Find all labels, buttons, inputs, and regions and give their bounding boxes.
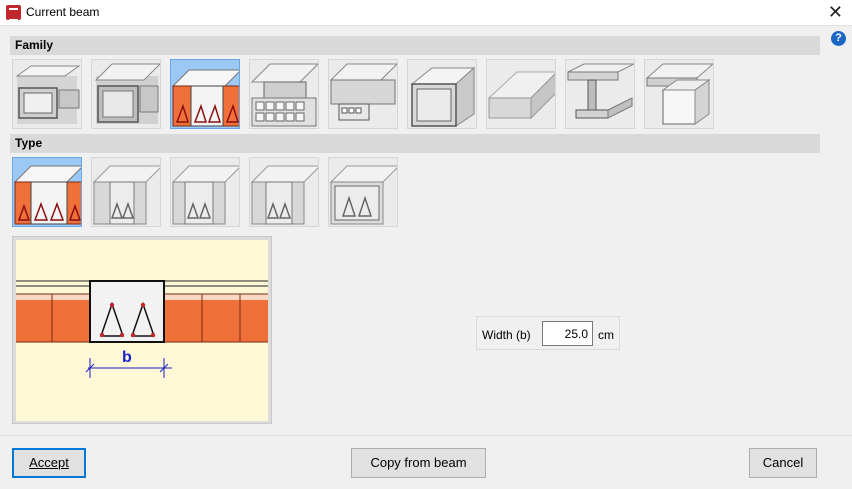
section-preview: b — [12, 236, 272, 424]
accept-button[interactable]: Accept — [12, 448, 86, 478]
family-section-header: Family — [10, 36, 820, 55]
type-option-gray-single[interactable] — [328, 157, 398, 227]
type-option-gray-blocks-3[interactable] — [249, 157, 319, 227]
beam-section-diagram: b — [16, 280, 268, 378]
family-option-steel-i-beam[interactable] — [565, 59, 635, 129]
type-thumbnail-list — [12, 157, 398, 227]
window-title: Current beam — [26, 5, 100, 19]
width-parameter-group: Width (b) cm — [476, 316, 620, 350]
family-option-box-slab[interactable] — [91, 59, 161, 129]
width-dimension-label: b — [122, 349, 132, 366]
family-option-solid-block[interactable] — [644, 59, 714, 129]
type-section-header: Type — [10, 134, 820, 153]
app-logo-icon — [6, 5, 21, 21]
block-slab-beam-icon — [329, 63, 397, 121]
steel-i-beam-icon — [567, 63, 634, 119]
hollow-box-beam-icon — [15, 65, 81, 124]
type-gray-single-icon — [329, 165, 397, 225]
family-option-block-slab[interactable] — [328, 59, 398, 129]
type-option-gray-blocks[interactable] — [91, 157, 161, 227]
type-option-hollow-blocks[interactable] — [12, 157, 82, 227]
lattice-joist-beam-icon — [171, 69, 239, 127]
family-option-lattice-joist[interactable] — [170, 59, 240, 129]
type-gray-blocks-3-icon — [250, 165, 318, 225]
family-option-concrete-box[interactable] — [407, 59, 477, 129]
width-input[interactable] — [542, 321, 593, 346]
family-option-waffle-slab[interactable] — [249, 59, 319, 129]
solid-block-beam-icon — [645, 63, 713, 125]
type-gray-blocks-2-icon — [171, 165, 239, 225]
family-option-flat-slab[interactable] — [486, 59, 556, 129]
flat-slab-beam-icon — [487, 71, 555, 120]
family-option-hollow-box[interactable] — [12, 59, 82, 129]
close-icon[interactable]: ✕ — [828, 2, 843, 22]
type-option-gray-blocks-2[interactable] — [170, 157, 240, 227]
width-label: Width (b) — [482, 328, 531, 342]
copy-from-beam-button[interactable]: Copy from beam — [351, 448, 486, 478]
type-gray-blocks-icon — [92, 165, 160, 225]
preview-canvas: b — [16, 240, 268, 421]
family-thumbnail-list — [12, 59, 714, 129]
width-unit: cm — [598, 328, 614, 342]
box-slab-beam-icon — [94, 63, 160, 124]
title-bar: Current beam ✕ — [0, 0, 852, 26]
help-icon[interactable]: ? — [831, 31, 846, 46]
cancel-button[interactable]: Cancel — [749, 448, 817, 478]
waffle-slab-beam-icon — [250, 63, 318, 127]
footer-divider — [0, 435, 852, 436]
type-hollow-blocks-icon — [13, 165, 81, 225]
concrete-box-beam-icon — [410, 66, 476, 127]
